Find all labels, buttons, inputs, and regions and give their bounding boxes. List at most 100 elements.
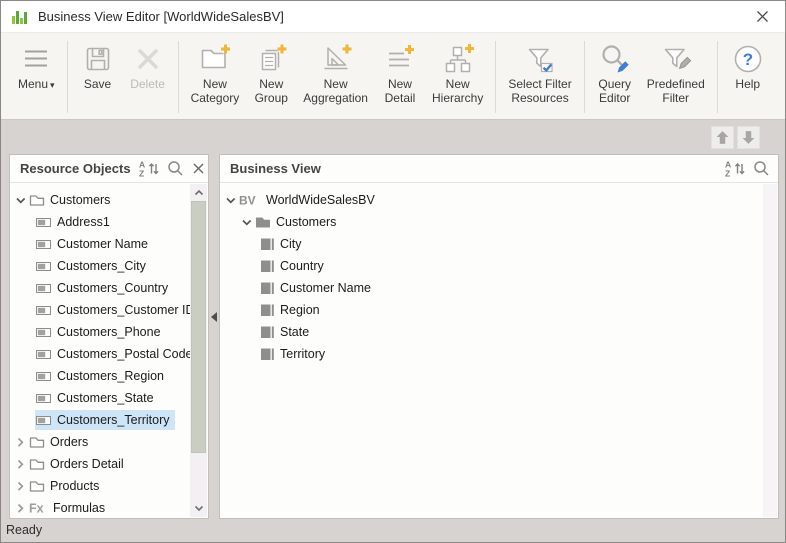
- scroll-up-icon[interactable]: [190, 184, 207, 201]
- tree-item-customers-country[interactable]: Customers_Country: [10, 277, 190, 299]
- toolbar-button-label: New Group: [254, 77, 288, 105]
- close-window-button[interactable]: [749, 5, 775, 29]
- field-icon: [36, 368, 52, 384]
- toolbar-button-new-category[interactable]: New Category: [184, 39, 247, 107]
- tree-item-city[interactable]: City: [220, 233, 763, 255]
- move-down-button[interactable]: [737, 126, 760, 149]
- tree-item-territory[interactable]: Territory: [220, 343, 763, 365]
- tree-item-content[interactable]: Region: [258, 300, 325, 320]
- toolbar-button-delete: Delete: [123, 39, 173, 94]
- tree-item-content[interactable]: Customers_Phone: [35, 322, 166, 342]
- toolbar-button-new-hierarchy[interactable]: New Hierarchy: [425, 39, 490, 107]
- search-icon[interactable]: [753, 160, 770, 177]
- tree-item-customers-phone[interactable]: Customers_Phone: [10, 321, 190, 343]
- toolbar-button-select-filter-resources[interactable]: Select Filter Resources: [501, 39, 578, 107]
- chevron-right-icon[interactable]: [14, 458, 28, 471]
- chevron-down-icon[interactable]: [240, 216, 254, 229]
- tree-item-content[interactable]: Customer Name: [35, 234, 153, 254]
- tree-item-content[interactable]: Customers_City: [35, 256, 151, 276]
- az-sort-icon[interactable]: AZ: [139, 160, 159, 177]
- tree-item-content[interactable]: Orders: [28, 432, 93, 452]
- toolbar-button-new-detail[interactable]: New Detail: [375, 39, 425, 107]
- tree-item-orders-detail[interactable]: Orders Detail: [10, 453, 190, 475]
- toolbar-separator: [495, 41, 497, 113]
- toolbar-button-predefined-filter[interactable]: Predefined Filter: [640, 39, 712, 107]
- toolbar-button-label: Select Filter Resources: [508, 77, 572, 105]
- scrollbar-thumb[interactable]: [191, 201, 206, 453]
- tree-item-content[interactable]: Customers: [28, 190, 115, 210]
- tree-item-content[interactable]: Customers_Country: [35, 278, 173, 298]
- toolbar-button-new-aggregation[interactable]: New Aggregation: [296, 39, 375, 107]
- tree-item-customer-name[interactable]: Customer Name: [10, 233, 190, 255]
- scroll-down-icon[interactable]: [190, 500, 207, 517]
- window-title: Business View Editor [WorldWideSalesBV]: [38, 9, 284, 24]
- tree-item-formulas[interactable]: Fx Formulas: [10, 497, 190, 517]
- delete-icon: [130, 41, 166, 77]
- tree-item-address1[interactable]: Address1: [10, 211, 190, 233]
- tree-item-products[interactable]: Products: [10, 475, 190, 497]
- field-icon: [36, 258, 52, 274]
- toolbar-button-help[interactable]: ? Help: [723, 39, 773, 94]
- search-icon[interactable]: [167, 160, 184, 177]
- tree-item-customers-city[interactable]: Customers_City: [10, 255, 190, 277]
- tree-item-content[interactable]: Customers_Postal Code: [35, 344, 190, 364]
- chevron-down-icon[interactable]: [224, 194, 238, 207]
- resource-objects-panel: Resource Objects AZ Customers Address1 Cus…: [9, 154, 209, 519]
- tree-item-label: Customers_Phone: [57, 325, 161, 339]
- toolbar-button-new-group[interactable]: New Group: [246, 39, 296, 107]
- tree-item-customers-customer-id[interactable]: Customers_Customer ID: [10, 299, 190, 321]
- tree-item-content[interactable]: Customers: [254, 212, 341, 232]
- toolbar-button-label: Query Editor: [598, 77, 632, 105]
- tree-item-region[interactable]: Region: [220, 299, 763, 321]
- az-sort-icon[interactable]: AZ: [725, 160, 745, 177]
- tree-item-content[interactable]: Customers_Territory: [35, 410, 175, 430]
- field-icon: [36, 390, 52, 406]
- toolbar-button-menu[interactable]: Menu ▾: [11, 39, 62, 95]
- tree-item-worldwidesalesbv[interactable]: BV WorldWideSalesBV: [220, 189, 763, 211]
- tree-item-content[interactable]: Country: [258, 256, 329, 276]
- detail-object-icon: [259, 346, 275, 362]
- left-panel-scrollbar[interactable]: [190, 184, 207, 517]
- tree-item-content[interactable]: BV WorldWideSalesBV: [238, 190, 380, 210]
- chevron-right-icon[interactable]: [14, 436, 28, 449]
- collapse-panel-icon[interactable]: [211, 312, 217, 322]
- tree-item-content[interactable]: Customers_Region: [35, 366, 169, 386]
- tree-item-content[interactable]: Products: [28, 476, 104, 496]
- tree-item-customer-name[interactable]: Customer Name: [220, 277, 763, 299]
- tree-item-label: Region: [280, 303, 320, 317]
- tree-item-content[interactable]: Territory: [258, 344, 330, 364]
- detail-object-icon: [259, 302, 275, 318]
- chevron-right-icon[interactable]: [14, 502, 28, 515]
- toolbar-button-label: Save: [83, 77, 112, 91]
- tree-item-content[interactable]: Fx Formulas: [28, 498, 110, 517]
- new-aggregation-icon: [318, 41, 354, 77]
- close-panel-icon[interactable]: [192, 162, 205, 175]
- tree-item-customers-territory[interactable]: Customers_Territory: [10, 409, 190, 431]
- tree-item-customers-region[interactable]: Customers_Region: [10, 365, 190, 387]
- status-bar: Ready: [1, 518, 785, 542]
- panel-splitter[interactable]: [209, 154, 219, 519]
- tree-item-state[interactable]: State: [220, 321, 763, 343]
- tree-item-content[interactable]: Customers_State: [35, 388, 159, 408]
- toolbar-button-query-editor[interactable]: Query Editor: [590, 39, 640, 107]
- tree-item-customers-postal-code[interactable]: Customers_Postal Code: [10, 343, 190, 365]
- tree-item-content[interactable]: Orders Detail: [28, 454, 129, 474]
- chevron-right-icon[interactable]: [14, 480, 28, 493]
- right-panel-scrollbar[interactable]: [763, 184, 777, 517]
- tree-item-content[interactable]: Customer Name: [258, 278, 376, 298]
- toolbar-button-save[interactable]: Save: [73, 39, 123, 94]
- toolbar: Menu ▾ Save Delete New Category New Group New Agg…: [1, 33, 785, 119]
- tree-item-customers[interactable]: Customers: [10, 189, 190, 211]
- chevron-down-icon[interactable]: [14, 194, 28, 207]
- tree-item-orders[interactable]: Orders: [10, 431, 190, 453]
- svg-text:Z: Z: [725, 169, 730, 178]
- status-text: Ready: [6, 523, 43, 537]
- tree-item-content[interactable]: City: [258, 234, 307, 254]
- tree-item-content[interactable]: Address1: [35, 212, 115, 232]
- tree-item-customers[interactable]: Customers: [220, 211, 763, 233]
- move-up-button[interactable]: [711, 126, 734, 149]
- tree-item-content[interactable]: State: [258, 322, 314, 342]
- tree-item-country[interactable]: Country: [220, 255, 763, 277]
- tree-item-customers-state[interactable]: Customers_State: [10, 387, 190, 409]
- tree-item-content[interactable]: Customers_Customer ID: [35, 300, 190, 320]
